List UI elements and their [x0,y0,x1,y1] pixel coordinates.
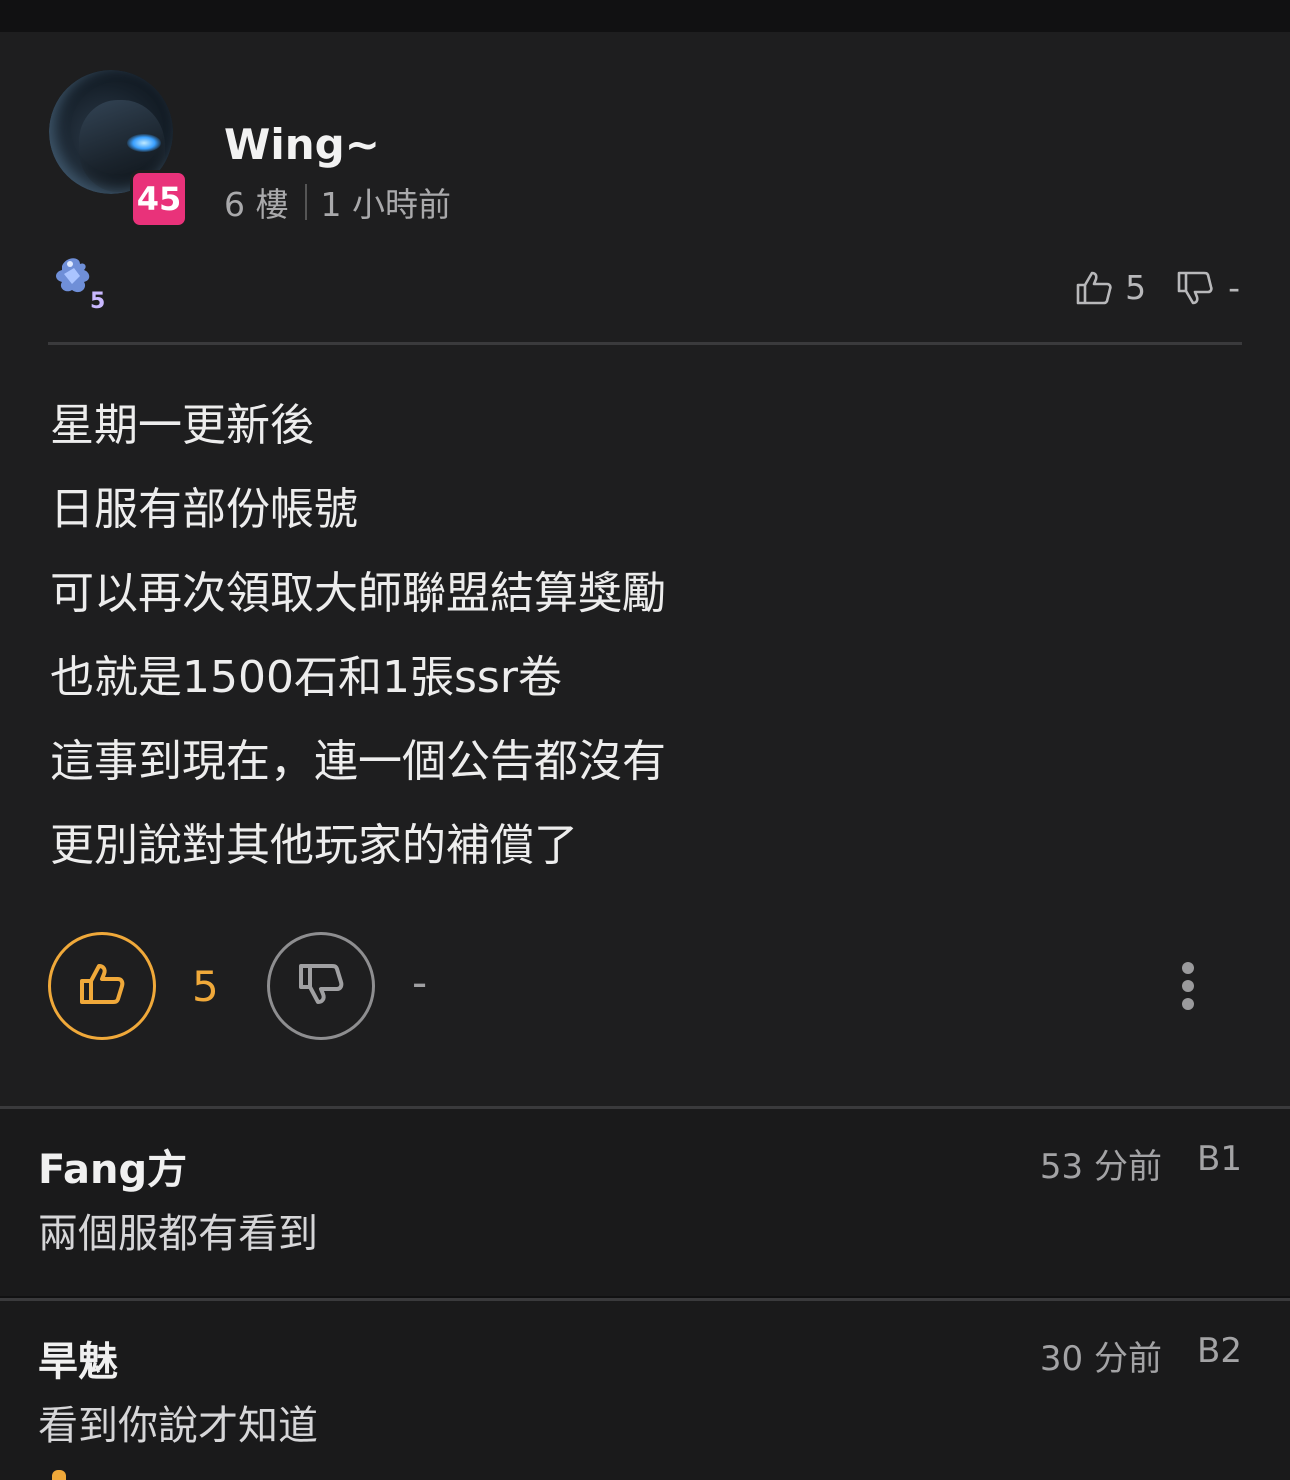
dislike-button[interactable] [267,932,375,1040]
reply-floor: B2 [1197,1331,1242,1371]
content-line: 也就是1500石和1張ssr卷 [50,652,562,703]
thumbs-up-icon[interactable] [1075,270,1113,306]
next-item-peek [52,1470,66,1480]
post-meta: 6 樓 1 小時前 [224,178,451,226]
top-strip [0,0,1290,32]
content-line: 日服有部份帳號 [50,484,358,535]
post-content: 星期一更新後 日服有部份帳號 可以再次領取大師聯盟結算獎勵 也就是1500石和1… [50,384,666,888]
guild-level: 5 [90,289,105,312]
thumbs-down-icon [297,962,345,1010]
reply-floor: B1 [1197,1139,1242,1179]
reply-time: 53 分前 [1039,1147,1162,1187]
post-card: 45 Wing~ 6 樓 1 小時前 5 5 - 星期一更新後 日服有部份帳號 … [0,32,1290,1106]
reply-text: 兩個服都有看到 [38,1211,318,1257]
reply-text: 看到你說才知道 [38,1403,318,1449]
post-actions: 5 - [48,932,1242,1040]
thumbs-down-icon[interactable] [1176,270,1214,306]
reply-username[interactable]: Fang方 [38,1137,187,1195]
reply-item[interactable]: 旱魅 看到你說才知道 30 分前 B2 [0,1298,1290,1480]
thumbs-up-icon [78,962,126,1010]
dislike-count: - [412,958,428,1007]
post-time: 1 小時前 [320,185,452,224]
top-dislike-count: - [1228,268,1240,307]
username[interactable]: Wing~ [224,120,380,169]
floor-label: 6 樓 [224,185,289,224]
reply-time: 30 分前 [1039,1339,1162,1379]
like-count: 5 [192,962,219,1011]
meta-divider [304,184,307,220]
guild-icon[interactable]: 5 [50,252,112,314]
content-line: 可以再次領取大師聯盟結算獎勵 [50,568,666,619]
content-line: 更別說對其他玩家的補償了 [50,820,578,871]
level-badge: 45 [130,170,188,228]
more-vertical-icon[interactable] [1174,962,1202,1010]
header-divider [48,342,1242,345]
content-line: 這事到現在，連一個公告都沒有 [50,736,666,787]
top-like-count: 5 [1125,268,1147,307]
reply-item[interactable]: Fang方 兩個服都有看到 53 分前 B1 [0,1106,1290,1296]
reply-username[interactable]: 旱魅 [38,1329,118,1387]
content-line: 星期一更新後 [50,400,314,451]
like-button[interactable] [48,932,156,1040]
top-votes: 5 - [1075,268,1240,307]
